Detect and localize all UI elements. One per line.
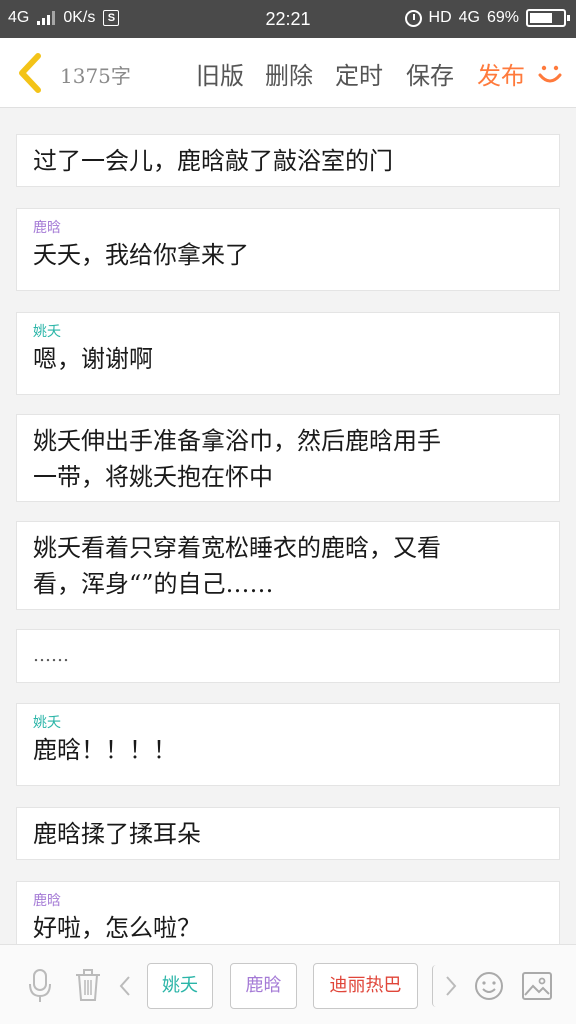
dialogue-card[interactable]: 鹿晗 夭夭，我给你拿来了 <box>16 208 560 291</box>
dialogue-card[interactable]: 鹿晗 好啦，怎么啦？ <box>16 881 560 944</box>
word-count: 1375字 <box>60 64 131 88</box>
back-chevron-icon[interactable] <box>14 52 46 94</box>
bottom-bar: 姚夭 鹿晗 迪丽热巴 <box>0 944 576 1024</box>
speaker-name: 姚夭 <box>33 715 61 731</box>
dialogue-line: 过了一会儿，鹿晗敲了敲浴室的门 <box>33 147 393 175</box>
old-version-button[interactable]: 旧版 <box>196 56 244 91</box>
battery-fill <box>530 13 553 23</box>
emoji-icon[interactable] <box>474 971 504 1001</box>
dialogue-card[interactable]: 鹿晗揉了揉耳朵 <box>16 807 560 860</box>
dialogue-card[interactable]: …… <box>16 629 560 683</box>
character-chip-partial[interactable] <box>432 965 436 1007</box>
speaker-name: 鹿晗 <box>33 893 61 909</box>
dialogue-line: 姚夭伸出手准备拿浴巾，然后鹿晗用手 <box>33 427 441 455</box>
status-bar: 4G 0K/s S 22:21 HD 4G 69% <box>0 0 576 38</box>
battery-percent: 69% <box>486 9 519 26</box>
dialogue-line: 一带，将姚夭抱在怀中 <box>33 463 273 491</box>
chevron-left-icon[interactable] <box>118 975 132 997</box>
save-button[interactable]: 保存 <box>406 56 454 91</box>
dialogue-line: 鹿晗！！！！ <box>33 736 177 764</box>
editor-toolbar: 1375字 旧版 删除 定时 保存 发布 <box>0 38 576 108</box>
dialogue-line: 夭夭，我给你拿来了 <box>33 241 249 269</box>
dialogue-card[interactable]: 姚夭看着只穿着宽松睡衣的鹿晗，又看 看，浑身“”的自己…… <box>16 521 560 610</box>
dialogue-line: 姚夭看着只穿着宽松睡衣的鹿晗，又看 <box>33 534 441 562</box>
image-icon[interactable] <box>522 972 552 1000</box>
dialogue-card[interactable]: 姚夭 嗯，谢谢啊 <box>16 312 560 395</box>
speaker-name: 鹿晗 <box>33 220 61 236</box>
smile-icon <box>538 65 562 83</box>
dialogue-card[interactable]: 姚夭 鹿晗！！！！ <box>16 703 560 786</box>
microphone-icon[interactable] <box>28 969 52 1003</box>
character-chip[interactable]: 鹿晗 <box>230 963 297 1009</box>
dialogue-card[interactable]: 姚夭伸出手准备拿浴巾，然后鹿晗用手 一带，将姚夭抱在怀中 <box>16 414 560 502</box>
dialogue-line: 看，浑身“”的自己…… <box>33 570 274 598</box>
battery-icon <box>526 9 570 27</box>
hd-label: HD <box>428 9 452 26</box>
character-chip[interactable]: 姚夭 <box>147 963 213 1009</box>
delete-button[interactable]: 删除 <box>265 56 313 91</box>
character-chip[interactable]: 迪丽热巴 <box>313 963 418 1009</box>
trash-icon[interactable] <box>74 969 102 1001</box>
dialogue-line: …… <box>33 645 69 666</box>
dialogue-line: 嗯，谢谢啊 <box>33 345 153 373</box>
alarm-icon <box>404 9 422 27</box>
publish-button[interactable]: 发布 <box>477 56 525 91</box>
net-type-label: 4G <box>458 9 480 26</box>
chevron-right-icon[interactable] <box>444 975 458 997</box>
schedule-button[interactable]: 定时 <box>335 56 383 91</box>
dialogue-line: 好啦，怎么啦？ <box>33 914 201 942</box>
dialogue-line: 鹿晗揉了揉耳朵 <box>33 820 201 848</box>
dialogue-list: 过了一会儿，鹿晗敲了敲浴室的门 鹿晗 夭夭，我给你拿来了 姚夭 嗯，谢谢啊 姚夭… <box>0 108 576 944</box>
dialogue-card[interactable]: 过了一会儿，鹿晗敲了敲浴室的门 <box>16 134 560 187</box>
status-right: HD 4G 69% <box>404 9 570 27</box>
speaker-name: 姚夭 <box>33 324 61 340</box>
